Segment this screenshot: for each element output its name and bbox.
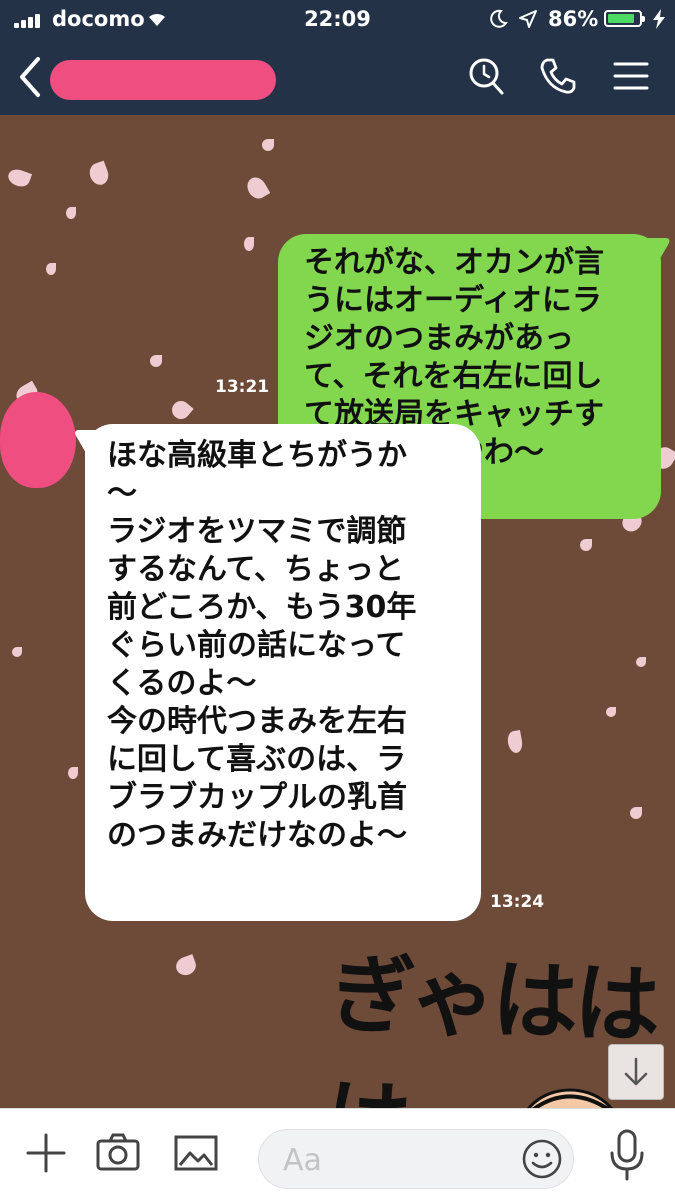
scroll-down-button[interactable]	[608, 1044, 664, 1100]
petal-decoration	[66, 207, 76, 219]
petal-decoration	[580, 539, 592, 551]
received-message-bubble[interactable]: ほな高級車とちがうか 〜 ラジオをツマミで調節 するなんて、ちょっと 前どころか…	[85, 424, 481, 921]
contact-name-redacted[interactable]	[50, 60, 276, 100]
status-bar: docomo 22:09 86%	[0, 0, 675, 38]
message-input-bar	[0, 1108, 675, 1201]
back-icon[interactable]	[14, 55, 44, 99]
top-bar: docomo 22:09 86%	[0, 0, 675, 115]
avatar-redacted[interactable]	[0, 392, 76, 488]
petal-decoration	[244, 237, 254, 251]
battery-percent: 86%	[548, 7, 599, 31]
petal-decoration	[506, 729, 524, 755]
received-message-time: 13:24	[490, 892, 545, 912]
camera-icon[interactable]	[94, 1129, 142, 1177]
petal-decoration	[173, 954, 199, 978]
menu-icon[interactable]	[612, 56, 650, 96]
petal-decoration	[243, 173, 271, 203]
petal-decoration	[168, 397, 194, 423]
petal-decoration	[606, 707, 616, 717]
petal-decoration	[86, 160, 112, 188]
sticker-character[interactable]	[450, 1062, 620, 1108]
moon-icon	[490, 9, 508, 28]
petal-decoration	[46, 263, 56, 275]
plus-icon[interactable]	[22, 1129, 70, 1177]
petal-decoration	[630, 807, 642, 819]
arrow-down-icon	[624, 1057, 648, 1086]
petal-decoration	[150, 355, 162, 367]
petal-decoration	[5, 166, 33, 190]
search-icon[interactable]	[467, 56, 505, 96]
petal-decoration	[636, 657, 646, 667]
sent-message-time: 13:21	[215, 377, 270, 397]
petal-decoration	[68, 767, 78, 779]
message-composer[interactable]	[258, 1129, 574, 1189]
petal-decoration	[12, 647, 22, 657]
location-icon	[519, 10, 537, 28]
emoji-icon[interactable]	[521, 1138, 563, 1180]
chat-area[interactable]: それがな、オカンが言 うにはオーディオにラ ジオのつまみがあっ て、それを右左に…	[0, 115, 675, 1108]
microphone-icon[interactable]	[604, 1127, 650, 1183]
message-input[interactable]	[281, 1140, 505, 1180]
battery-icon	[604, 10, 645, 27]
image-icon[interactable]	[172, 1129, 220, 1177]
charging-icon	[653, 9, 665, 29]
phone-icon[interactable]	[538, 56, 576, 96]
petal-decoration	[262, 139, 274, 151]
